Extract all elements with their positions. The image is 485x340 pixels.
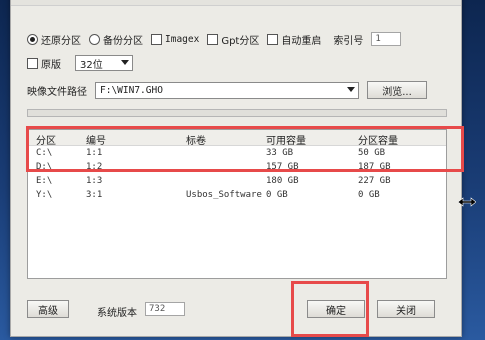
browse-button[interactable]: 浏览...: [367, 81, 427, 99]
cell-partition: Y:\: [36, 190, 53, 200]
table-row[interactable]: Y:\ 3:1 Usbos_Software 0 GB 0 GB: [28, 189, 446, 202]
original-checkbox[interactable]: [27, 57, 38, 69]
close-button[interactable]: 关闭: [377, 300, 435, 318]
cell-number: 1:3: [86, 176, 103, 186]
resize-horizontal-icon: [458, 197, 476, 207]
gpt-label[interactable]: Gpt分区: [221, 32, 259, 47]
cell-number: 3:1: [86, 190, 103, 200]
image-path-value: F:\WIN7.GHO: [100, 84, 163, 96]
auto-restart-label[interactable]: 自动重启: [281, 32, 321, 47]
progress-bar: [27, 109, 447, 117]
chevron-down-icon[interactable]: [344, 83, 358, 98]
title-bar: [11, 0, 461, 6]
cell-free: 180 GB: [266, 176, 299, 186]
ok-button-highlight: [291, 281, 369, 337]
table-header-highlight: [26, 126, 464, 172]
cell-size: 227 GB: [358, 176, 391, 186]
table-row[interactable]: E:\ 1:3 180 GB 227 GB: [28, 175, 446, 188]
imagex-checkbox[interactable]: [151, 33, 162, 45]
auto-restart-checkbox[interactable]: [267, 33, 279, 45]
chevron-down-icon[interactable]: [118, 56, 132, 70]
version-label: 系统版本: [97, 308, 137, 319]
gpt-checkbox[interactable]: [207, 33, 219, 45]
image-path-label: 映像文件路径: [27, 86, 87, 98]
image-path-row: 映像文件路径 F:\WIN7.GHO 浏览...: [27, 81, 451, 99]
cell-partition: E:\: [36, 176, 53, 186]
cell-size: 0 GB: [358, 190, 380, 200]
cell-free: 0 GB: [266, 190, 288, 200]
original-label[interactable]: 原版: [41, 56, 61, 71]
backup-radio[interactable]: [89, 33, 100, 45]
cell-volume: Usbos_Software: [186, 190, 262, 200]
original-row: 原版 32位: [27, 55, 133, 71]
options-row: 还原分区 备份分区 Imagex Gpt分区 自动重启 索引号 1: [27, 31, 451, 47]
restore-label[interactable]: 还原分区: [41, 32, 81, 47]
backup-label[interactable]: 备份分区: [103, 32, 143, 47]
bitness-value: 32位: [80, 59, 103, 71]
advanced-button[interactable]: 高级: [27, 300, 69, 318]
index-label: 索引号: [333, 35, 364, 47]
version-input[interactable]: 732: [145, 302, 185, 316]
imagex-label[interactable]: Imagex: [165, 34, 199, 45]
index-input[interactable]: 1: [371, 32, 402, 46]
image-path-select[interactable]: F:\WIN7.GHO: [95, 81, 359, 99]
bitness-select[interactable]: 32位: [75, 55, 133, 71]
restore-radio[interactable]: [27, 33, 38, 45]
